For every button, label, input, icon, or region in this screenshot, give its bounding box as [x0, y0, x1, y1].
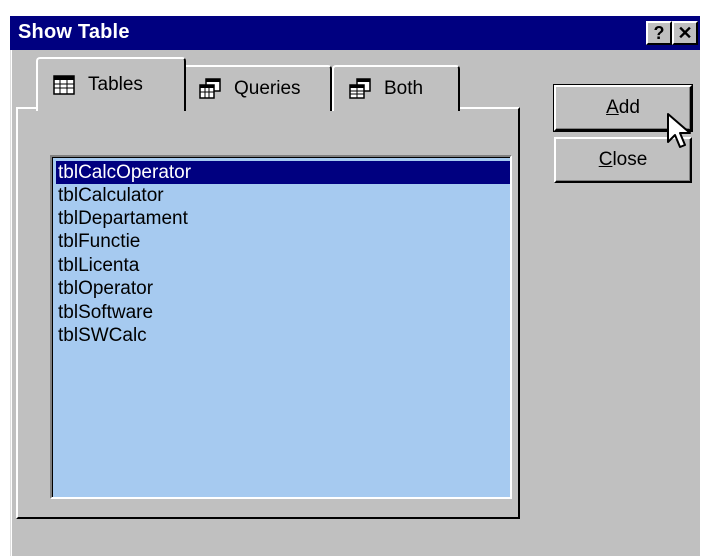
tab-tables[interactable]: Tables [36, 57, 186, 111]
list-item[interactable]: tblCalculator [56, 184, 164, 207]
close-button-accel: C [598, 149, 613, 170]
help-button[interactable]: ? [646, 21, 672, 45]
list-item[interactable]: tblDepartament [56, 207, 188, 230]
tab-queries[interactable]: Queries [182, 65, 332, 111]
list-item[interactable]: tblOperator [56, 277, 153, 300]
window-title: Show Table [18, 21, 130, 43]
add-button-accel: A [606, 97, 619, 118]
list-item[interactable]: tblCalcOperator [56, 161, 510, 184]
tab-queries-label: Queries [234, 78, 301, 99]
mouse-pointer-icon [667, 113, 691, 148]
table-icon [53, 75, 75, 95]
tab-tables-label: Tables [88, 74, 143, 95]
list-item[interactable]: tblSoftware [56, 301, 153, 324]
close-window-button[interactable]: ✕ [672, 21, 698, 45]
list-item[interactable]: tblSWCalc [56, 324, 147, 347]
title-bar[interactable]: Show Table ? ✕ [10, 16, 700, 50]
tab-both-label: Both [384, 78, 424, 99]
tab-both[interactable]: Both [332, 65, 460, 111]
list-item[interactable]: tblLicenta [56, 254, 139, 277]
table-list[interactable]: tblCalcOperator tblCalculator tblDeparta… [50, 155, 512, 499]
close-button-label: lose [612, 149, 648, 170]
list-item[interactable]: tblFunctie [56, 230, 140, 253]
query-icon [199, 78, 221, 99]
both-icon [349, 78, 371, 99]
add-button-label: dd [618, 97, 640, 118]
